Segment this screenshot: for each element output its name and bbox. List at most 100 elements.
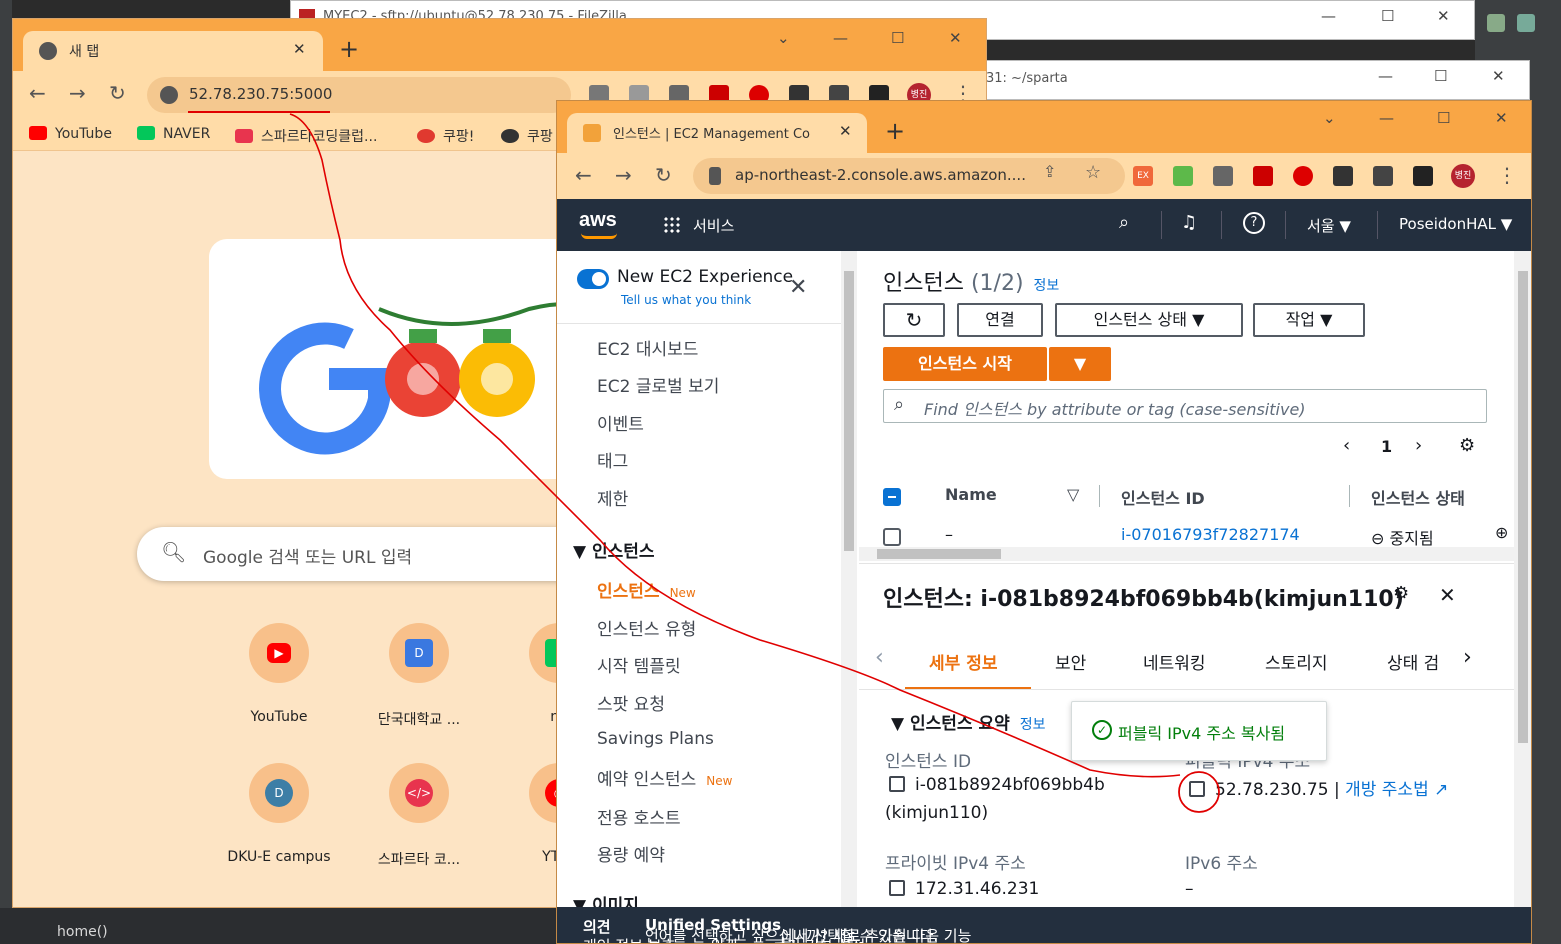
help-icon[interactable]: ? [1243, 212, 1265, 234]
minimize-icon[interactable]: — [833, 29, 848, 47]
search-icon[interactable]: ⌕ [1119, 212, 1129, 233]
feedback-link[interactable]: Tell us what you think [621, 293, 751, 307]
chrome-window-ec2[interactable]: 인스턴스 | EC2 Management Co ✕ + ⌄ — ☐ ✕ ← →… [556, 100, 1532, 944]
minimize-icon[interactable]: — [1321, 7, 1336, 25]
nav-group-instances[interactable]: ▼ 인스턴스 [573, 537, 655, 562]
tab-search-icon[interactable]: ⌄ [1323, 109, 1336, 127]
nav-tags[interactable]: 태그 [597, 447, 628, 472]
tab-ec2[interactable]: 인스턴스 | EC2 Management Co ✕ [567, 113, 867, 153]
nav-limits[interactable]: 제한 [597, 485, 628, 510]
page-number[interactable]: 1 [1381, 437, 1392, 456]
sort-icon[interactable]: ▽ [1067, 485, 1079, 504]
close-icon[interactable]: ✕ [1437, 7, 1450, 25]
scrollbar-thumb[interactable] [877, 549, 1001, 559]
open-address-link[interactable]: 개방 주소법 [1345, 780, 1429, 800]
copy-icon[interactable] [889, 880, 905, 896]
maximize-icon[interactable]: ☐ [1434, 67, 1447, 85]
connect-button[interactable]: 연결 [957, 303, 1043, 337]
actions-button[interactable]: 작업 ▼ [1253, 303, 1365, 337]
nav-dedicated-hosts[interactable]: 전용 호스트 [597, 804, 681, 829]
bookmark-youtube[interactable]: YouTube [29, 126, 112, 142]
column-header-name[interactable]: Name [945, 485, 997, 504]
run-icon[interactable] [1487, 14, 1505, 32]
external-link-icon[interactable]: ↗ [1434, 780, 1448, 800]
shortcut-dankook[interactable]: D 단국대학교 ... [359, 623, 479, 729]
refresh-button[interactable]: ↻ [883, 303, 945, 337]
settings-gear-icon[interactable]: ⚙ [1459, 435, 1475, 456]
feedback-link[interactable]: 의견 [583, 916, 611, 937]
shortcut-youtube[interactable]: ▶ YouTube [219, 623, 339, 725]
bookmark-coupang-2[interactable]: 쿠팡 [501, 126, 553, 146]
address-bar[interactable]: 52.78.230.75:5000 [147, 77, 571, 113]
tab-storage[interactable]: 스토리지 [1265, 649, 1328, 674]
nav-ec2-dashboard[interactable]: EC2 대시보드 [597, 335, 698, 360]
menu-icon[interactable]: ⋮ [1497, 163, 1517, 187]
tab-details[interactable]: 세부 정보 [929, 649, 997, 674]
instance-filter-input[interactable]: ⌕ Find 인스턴스 by attribute or tag (case-se… [883, 389, 1487, 423]
account-menu[interactable]: PoseidonHAL ▼ [1399, 215, 1512, 233]
extension-icon[interactable] [1173, 166, 1193, 186]
close-icon[interactable]: ✕ [1495, 109, 1508, 127]
aws-logo[interactable]: aws [579, 209, 617, 232]
select-all-checkbox[interactable] [883, 488, 901, 506]
new-tab-button[interactable]: + [885, 117, 905, 145]
close-icon[interactable]: ✕ [949, 29, 962, 47]
cookie-preferences-link[interactable]: 쿠키 기본 설정 [773, 935, 865, 943]
bookmark-coupang[interactable]: 쿠팡! [417, 126, 474, 146]
close-tab-icon[interactable]: ✕ [839, 122, 852, 140]
region-selector[interactable]: 서울 ▼ [1307, 215, 1351, 236]
maximize-icon[interactable]: ☐ [1437, 109, 1450, 127]
info-link[interactable]: 정보 [1034, 278, 1060, 294]
services-grid-icon[interactable] [663, 216, 681, 234]
close-nav-icon[interactable]: ✕ [789, 275, 807, 300]
minimize-icon[interactable]: — [1379, 109, 1394, 127]
address-bar[interactable]: ap-northeast-2.console.aws.amazon.... ⇪ … [693, 158, 1125, 194]
table-h-scrollbar[interactable] [859, 547, 1514, 561]
sidepanel-icon[interactable] [1413, 166, 1433, 186]
star-icon[interactable]: ☆ [1085, 162, 1101, 183]
nav-spot-requests[interactable]: 스팟 요청 [597, 690, 665, 715]
close-detail-icon[interactable]: ✕ [1439, 583, 1456, 607]
scrollbar-thumb[interactable] [1518, 271, 1528, 743]
site-info-icon[interactable] [160, 86, 178, 104]
back-icon[interactable]: ← [575, 163, 592, 187]
row-checkbox[interactable] [883, 528, 901, 546]
settings-gear-icon[interactable]: ⚙ [1393, 583, 1409, 604]
shortcut-dku-e[interactable]: D DKU-E campus [219, 763, 339, 865]
tabs-prev-icon[interactable]: ‹ [875, 645, 884, 670]
bookmark-naver[interactable]: NAVER [137, 126, 210, 142]
instance-state-button[interactable]: 인스턴스 상태 ▼ [1055, 303, 1243, 337]
extension-icon[interactable] [1213, 166, 1233, 186]
new-experience-toggle[interactable] [577, 269, 609, 289]
terminal-window[interactable]: 31: ~/sparta — ☐ ✕ [985, 60, 1530, 100]
share-icon[interactable]: ⇪ [1043, 162, 1056, 181]
nav-events[interactable]: 이벤트 [597, 410, 644, 435]
flash-icon[interactable] [1253, 166, 1273, 186]
profile-avatar[interactable]: 병진 [1451, 164, 1475, 188]
nav-capacity-reservations[interactable]: 용량 예약 [597, 841, 665, 866]
nav-reserved-instances[interactable]: 예약 인스턴스 New [597, 765, 732, 790]
nav-savings-plans[interactable]: Savings Plans [597, 729, 714, 749]
services-menu[interactable]: 서비스 [693, 215, 734, 236]
tab-security[interactable]: 보안 [1055, 649, 1086, 674]
column-header-instance-id[interactable]: 인스턴스 ID [1121, 485, 1205, 509]
nav-instance-types[interactable]: 인스턴스 유형 [597, 615, 696, 640]
launch-instances-button[interactable]: 인스턴스 시작 [883, 347, 1047, 381]
nav-group-images[interactable]: ▼ 이미지 [573, 891, 639, 907]
sidenav-scrollbar[interactable] [841, 251, 857, 907]
info-link[interactable]: 정보 [1020, 717, 1046, 733]
launch-dropdown-button[interactable]: ▼ [1049, 347, 1111, 381]
maximize-icon[interactable]: ☐ [1381, 7, 1394, 25]
tab-networking[interactable]: 네트워킹 [1143, 649, 1206, 674]
shortcut-sparta[interactable]: </> 스파르타 코... [359, 763, 479, 869]
bell-icon[interactable]: ♫ [1181, 212, 1197, 233]
forward-icon[interactable]: → [69, 81, 86, 105]
column-header-instance-state[interactable]: 인스턴스 상태 [1371, 485, 1465, 509]
main-scrollbar[interactable] [1514, 251, 1531, 907]
lock-icon[interactable] [709, 167, 721, 185]
puzzle-icon[interactable] [1333, 166, 1353, 186]
debug-icon[interactable] [1517, 14, 1535, 32]
copy-icon[interactable] [889, 776, 905, 792]
tab-search-icon[interactable]: ⌄ [777, 29, 790, 47]
tab-status-checks[interactable]: 상태 검 [1387, 649, 1439, 674]
